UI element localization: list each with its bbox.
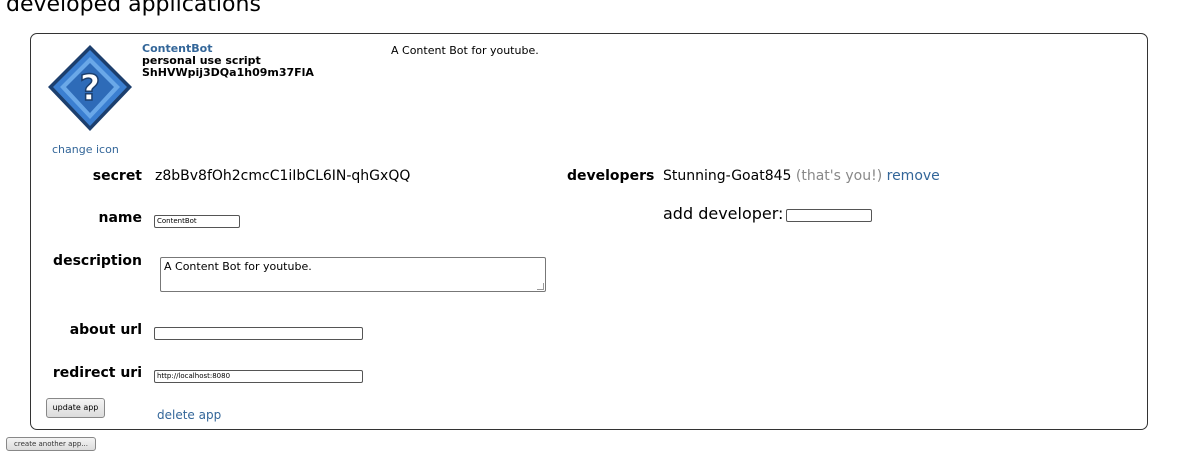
add-developer-input[interactable]	[786, 209, 872, 222]
about-url-input[interactable]	[154, 327, 363, 340]
description-label: description	[53, 253, 142, 269]
question-mark-diamond-icon: ?	[48, 45, 132, 131]
page-heading: developed applications	[6, 0, 261, 17]
redirect-uri-label: redirect uri	[52, 365, 142, 381]
create-another-app-button[interactable]: create another app...	[6, 437, 96, 451]
resize-handle[interactable]	[537, 283, 544, 290]
remove-developer-link[interactable]: remove	[887, 168, 940, 184]
developer-you-note: (that's you!)	[795, 168, 883, 184]
name-input[interactable]: ContentBot	[154, 215, 240, 228]
developers-label: developers	[567, 168, 655, 184]
developer-name: Stunning-Goat845	[663, 168, 792, 184]
update-app-button[interactable]: update app	[46, 398, 105, 418]
change-icon-link[interactable]: change icon	[52, 143, 119, 156]
add-developer-label: add developer:	[663, 204, 784, 223]
description-text: A Content Bot for youtube.	[164, 260, 312, 273]
developer-entry: Stunning-Goat845 (that's you!) remove	[663, 168, 940, 184]
app-title-block: ContentBot personal use script ShHVWpij3…	[142, 43, 314, 79]
secret-value: z8bBv8fOh2cmcC1iIbCL6IN-qhGxQQ	[155, 168, 411, 184]
app-client-id: ShHVWpij3DQa1h09m37FlA	[142, 66, 314, 79]
secret-label: secret	[92, 168, 142, 184]
svg-text:?: ?	[80, 68, 101, 109]
app-card: ? change icon ContentBot personal use sc…	[30, 33, 1148, 430]
delete-app-link[interactable]: delete app	[157, 408, 221, 422]
redirect-uri-input[interactable]: http://localhost:8080	[154, 370, 363, 383]
app-summary-description: A Content Bot for youtube.	[391, 44, 539, 57]
about-url-label: about url	[69, 322, 142, 338]
name-label: name	[98, 210, 143, 226]
description-textarea[interactable]: A Content Bot for youtube.	[160, 257, 546, 292]
app-icon: ?	[46, 43, 134, 135]
